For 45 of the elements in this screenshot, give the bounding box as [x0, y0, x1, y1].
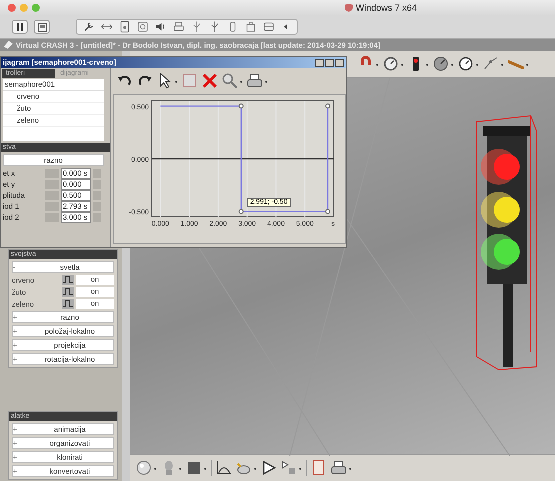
measure-icon[interactable] [483, 56, 504, 72]
speaker-icon[interactable] [155, 21, 167, 33]
key-point[interactable] [238, 209, 244, 214]
square-icon[interactable] [186, 460, 207, 476]
drag-handle[interactable] [45, 191, 59, 200]
gauge-icon[interactable] [383, 56, 404, 72]
drive-icon[interactable] [137, 21, 149, 33]
printer-icon[interactable] [173, 21, 185, 33]
step-signal-icon [62, 287, 74, 297]
key-point[interactable] [326, 209, 331, 214]
pause-button[interactable] [12, 20, 28, 34]
window-icon [38, 22, 46, 32]
printer-icon[interactable] [331, 460, 352, 476]
app-icon [4, 41, 13, 49]
device-icon[interactable] [245, 21, 257, 33]
play-icon[interactable] [261, 460, 277, 476]
dial-icon[interactable] [433, 56, 454, 72]
drag-handle[interactable] [45, 202, 59, 211]
delete-icon[interactable] [202, 73, 218, 89]
drag-handle[interactable] [45, 180, 59, 189]
signal-line[interactable] [160, 106, 329, 212]
sphere-icon[interactable] [136, 460, 157, 476]
maximize-button[interactable] [325, 58, 334, 66]
zoom-icon[interactable] [222, 73, 243, 89]
minimize-button[interactable] [315, 58, 324, 66]
host-window-title: Windows 7 x64 [356, 3, 417, 13]
shield-icon [344, 4, 353, 12]
pause-icon [16, 23, 24, 31]
drag-handle[interactable] [45, 169, 59, 178]
window-icon[interactable] [263, 21, 275, 33]
close-button[interactable] [335, 58, 344, 66]
plot-area[interactable] [152, 100, 334, 218]
chart-icon[interactable] [216, 460, 232, 476]
drag-handle[interactable] [45, 213, 59, 222]
dial-icon[interactable] [458, 56, 479, 72]
printer-icon[interactable] [247, 73, 268, 89]
step-signal-icon [62, 299, 74, 309]
panel-icon[interactable] [311, 460, 327, 476]
step-signal-icon [62, 275, 74, 285]
key-point[interactable] [326, 104, 331, 109]
snapshot-button[interactable] [34, 20, 50, 34]
play-small-icon[interactable] [281, 460, 302, 476]
close-button[interactable] [8, 4, 16, 12]
key-point[interactable] [238, 104, 244, 109]
wrench-icon[interactable] [83, 21, 95, 33]
